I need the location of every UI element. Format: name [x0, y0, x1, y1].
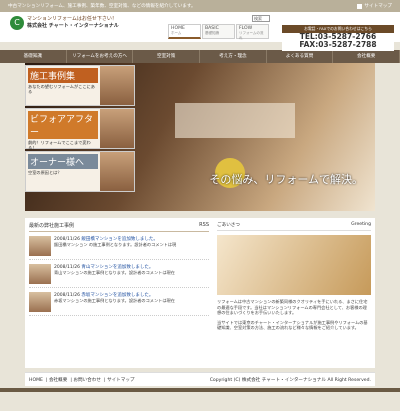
feature-thumb [100, 109, 134, 148]
menu-consider[interactable]: リフォームをお考えの方へ [67, 50, 134, 63]
top-description: 中古マンションリフォーム、施工事例、築年数、空室対策、などの情報を紹介しています… [8, 4, 196, 9]
feature-thumb [100, 152, 134, 191]
feature-thumb [100, 66, 134, 105]
greeting-text: リフォームは中古マンションの新築同様のクオリティを手にいれる、まさに住宅の最適な… [217, 299, 368, 316]
hero-catch: その悩み、リフォームで解決。 [209, 173, 363, 186]
logo[interactable]: マンションリフォームはお任せ下さい！ 株式会社 チャート・インターナショナル [27, 16, 119, 30]
list-item: 2008/11/26 赤坂マンションを追加致しました。 赤坂マンションの施工事例と… [29, 292, 209, 316]
greeting-title: ごあいさつ [217, 223, 240, 228]
top-bar: 中古マンションリフォーム、施工事例、築年数、空室対策、などの情報を紹介しています… [0, 0, 400, 12]
case-thumb[interactable] [29, 292, 51, 312]
main-menu: 基礎知識 リフォームをお考えの方へ 空室対策 考え方・理念 よくある質問 会社概… [0, 50, 400, 63]
search-button[interactable]: 検索 [252, 15, 270, 22]
copyright: Copyright (C) 株式会社 チャート・インターナショナル All Ri… [209, 377, 371, 383]
case-thumb[interactable] [29, 236, 51, 256]
sitemap-icon [357, 3, 363, 9]
list-item: 2008/11/26 青山マンションを追加致しました。 青山マンションの施工事例と… [29, 264, 209, 288]
menu-basic[interactable]: 基礎知識 [0, 50, 67, 63]
footer-links: HOME | 会社概要 | お問い合わせ | サイトマップ [29, 377, 135, 383]
bottom-bar [0, 388, 400, 392]
nav-basic[interactable]: BASIC 基礎知識 [202, 24, 235, 39]
logo-catch: マンションリフォームはお任せ下さい！ [27, 16, 117, 22]
footer-sitemap[interactable]: サイトマップ [107, 378, 135, 383]
hero: 施工事例集 あなたの望むリフォームがここにある ビフォアアフター 劇的！リフォームで… [25, 63, 375, 211]
logo-icon: C [10, 16, 24, 30]
nav-flow[interactable]: FLOW リフォームの流れ [236, 24, 269, 40]
greeting-en: Greeting [351, 222, 371, 227]
menu-faq[interactable]: よくある質問 [267, 50, 334, 63]
footer-home[interactable]: HOME [29, 378, 43, 383]
footer: HOME | 会社概要 | お問い合わせ | サイトマップ Copyright (C)… [25, 372, 375, 386]
case-thumb[interactable] [29, 264, 51, 284]
fax-number: FAX:03-5287-2788 [299, 40, 377, 49]
search: 検索 [252, 15, 270, 22]
feature-owners[interactable]: オーナー様へ 空室の原因とは？ [25, 151, 135, 192]
header: C マンションリフォームはお任せ下さい！ 株式会社 チャート・インターナショナル… [0, 12, 400, 51]
hero-light [175, 103, 295, 138]
main-content: 最新の弊社施工事例 RSS 2008/11/26 飯田橋マンションを追加致しました… [25, 218, 375, 368]
global-nav: HOME ホーム BASIC 基礎知識 FLOW リフォームの流れ [168, 24, 269, 40]
menu-company[interactable]: 会社概要 [333, 50, 400, 63]
feature-cases[interactable]: 施工事例集 あなたの望むリフォームがここにある [25, 65, 135, 106]
greeting-section: ごあいさつ Greeting リフォームは中古マンションの新築同様のクオリティを手… [213, 218, 375, 368]
nav-home[interactable]: HOME ホーム [168, 24, 201, 39]
news-section: 最新の弊社施工事例 RSS 2008/11/26 飯田橋マンションを追加致しました… [25, 218, 213, 368]
sitemap-link[interactable]: サイトマップ [357, 3, 392, 9]
greeting-text-2: 当サイトでは東京のチャート・インターナショナルが施工事例やリフォームの基礎知識、… [217, 319, 368, 331]
feature-list: 施工事例集 あなたの望むリフォームがここにある ビフォアアフター 劇的！リフォームで… [25, 63, 135, 211]
greeting-image [217, 235, 371, 295]
menu-philosophy[interactable]: 考え方・理念 [200, 50, 267, 63]
feature-before-after[interactable]: ビフォアアフター 劇的！リフォームでここまで変わる！ [25, 108, 135, 150]
menu-vacancy[interactable]: 空室対策 [133, 50, 201, 63]
contact-box: お電話・FAXでのお問い合わせはこちら TEL:03-5287-2766 FAX… [282, 25, 394, 51]
footer-contact[interactable]: お問い合わせ [73, 378, 101, 383]
rss-link[interactable]: RSS [199, 222, 209, 229]
footer-company[interactable]: 会社概要 [49, 378, 67, 383]
company-name: 株式会社 チャート・インターナショナル [27, 23, 119, 29]
list-item: 2008/11/26 飯田橋マンションを追加致しました。 飯田橋マンション の施工… [29, 236, 209, 260]
news-title: 最新の弊社施工事例 [29, 223, 75, 229]
